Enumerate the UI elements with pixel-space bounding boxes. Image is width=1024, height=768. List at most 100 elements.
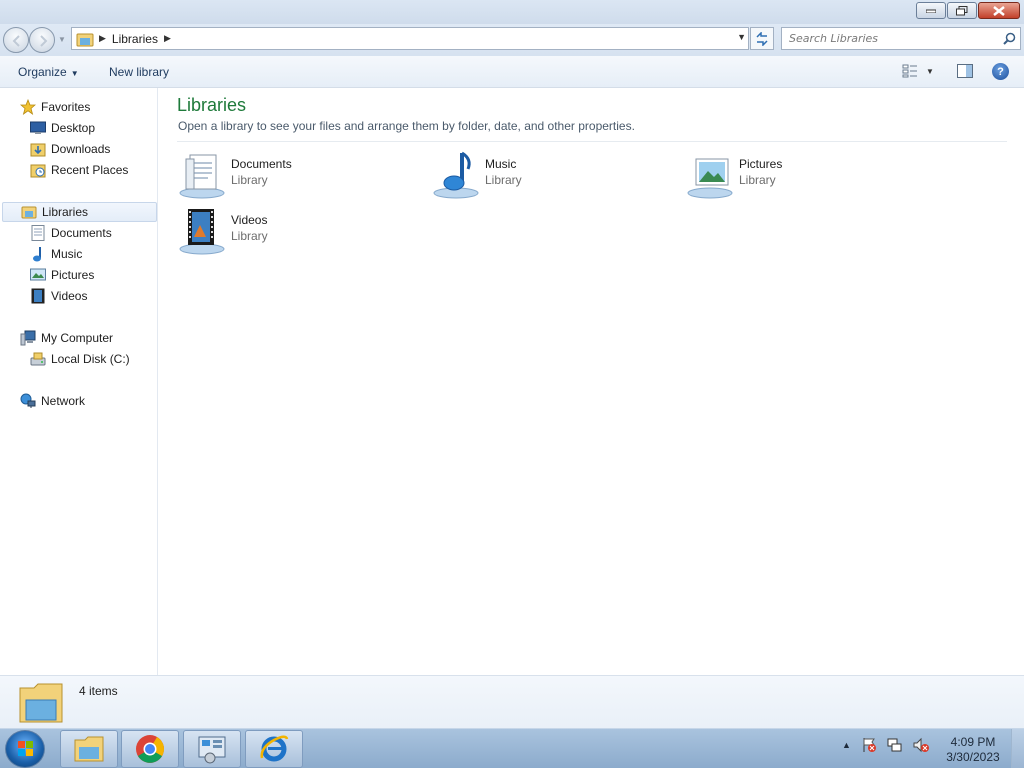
taskbar-internet-explorer[interactable]: [245, 730, 303, 768]
taskbar-explorer[interactable]: [60, 730, 118, 768]
windows-logo-icon: [18, 741, 33, 756]
library-name: Music: [485, 157, 517, 171]
library-type: Library: [485, 173, 522, 187]
taskbar-chrome[interactable]: [121, 730, 179, 768]
details-pane: 4 items: [0, 675, 1024, 728]
preview-pane-button[interactable]: [957, 64, 973, 81]
nav-music[interactable]: Music: [30, 244, 82, 264]
recent-pages-dropdown[interactable]: ▼: [58, 35, 66, 44]
library-tile-pictures[interactable]: Pictures Library: [685, 150, 925, 202]
taskbar-control-panel[interactable]: [183, 730, 241, 768]
library-tile-music[interactable]: Music Library: [431, 150, 671, 202]
nav-libraries[interactable]: Libraries: [2, 202, 157, 222]
minimize-icon: [926, 9, 936, 13]
library-tile-videos[interactable]: Videos Library: [177, 206, 417, 258]
nav-pictures[interactable]: Pictures: [30, 265, 94, 285]
nav-documents[interactable]: Documents: [30, 223, 112, 243]
close-button[interactable]: [978, 2, 1020, 19]
clock[interactable]: 4:09 PM 3/30/2023: [940, 735, 1006, 765]
nav-favorites-label: Favorites: [41, 100, 91, 114]
nav-libraries-label: Libraries: [42, 205, 89, 219]
documents-library-icon: [177, 150, 227, 200]
nav-videos[interactable]: Videos: [30, 286, 87, 306]
local-disk-icon: [30, 351, 46, 367]
address-history-dropdown[interactable]: ▼: [737, 32, 746, 42]
chevron-down-icon[interactable]: ▼: [926, 67, 934, 76]
chevron-down-icon: ▼: [70, 69, 79, 78]
nav-recent-places[interactable]: Recent Places: [30, 160, 128, 180]
start-button[interactable]: [5, 730, 45, 768]
show-hidden-icons-button[interactable]: ▲: [842, 740, 851, 750]
nav-desktop-label: Desktop: [51, 121, 96, 135]
nav-recent-places-label: Recent Places: [51, 163, 129, 177]
back-button[interactable]: [3, 27, 29, 53]
star-icon: [20, 99, 36, 115]
nav-music-label: Music: [51, 247, 83, 261]
nav-favorites[interactable]: Favorites: [20, 97, 90, 117]
refresh-button[interactable]: [750, 27, 774, 50]
organize-label: Organize: [18, 65, 67, 79]
restore-button[interactable]: [947, 2, 977, 19]
computer-icon: [20, 330, 36, 346]
nav-local-disk[interactable]: Local Disk (C:): [30, 349, 130, 369]
search-box[interactable]: [781, 27, 1021, 50]
show-desktop-button[interactable]: [1011, 729, 1024, 768]
library-type: Library: [231, 229, 268, 243]
organize-button[interactable]: Organize ▼: [18, 65, 79, 79]
desktop-icon: [30, 120, 46, 136]
nav-network-label: Network: [41, 394, 86, 408]
refresh-icon: [756, 31, 768, 46]
nav-desktop[interactable]: Desktop: [30, 118, 95, 138]
volume-muted-icon[interactable]: [913, 737, 929, 753]
library-tile-documents[interactable]: Documents Library: [177, 150, 417, 202]
internet-explorer-icon: [260, 735, 289, 762]
library-name: Documents: [231, 157, 292, 171]
nav-my-computer[interactable]: My Computer: [20, 328, 113, 348]
page-description: Open a library to see your files and arr…: [178, 119, 635, 133]
window-controls: [916, 2, 1020, 19]
title-bar: [0, 0, 1024, 24]
minimize-button[interactable]: [916, 2, 946, 19]
library-name: Pictures: [739, 157, 783, 171]
clock-date: 3/30/2023: [946, 750, 1000, 764]
help-button[interactable]: ?: [992, 63, 1009, 80]
libraries-folder-icon: [76, 33, 94, 46]
pictures-icon: [30, 267, 46, 283]
nav-my-computer-label: My Computer: [41, 331, 114, 345]
change-view-button[interactable]: ▼: [902, 64, 934, 78]
close-icon: [993, 5, 1005, 16]
back-arrow-icon: [12, 35, 20, 47]
library-type: Library: [739, 173, 776, 187]
breadcrumb-arrow-icon[interactable]: ▶: [99, 33, 106, 44]
item-count: 4 items: [79, 684, 118, 698]
new-library-button[interactable]: New library: [109, 65, 169, 79]
chrome-icon: [136, 735, 164, 763]
search-icon[interactable]: [1003, 32, 1016, 45]
address-bar[interactable]: ▶ Libraries ▶ ▼: [71, 27, 749, 50]
content-pane: Libraries Open a library to see your fil…: [159, 88, 1024, 675]
page-title: Libraries: [177, 95, 247, 115]
network-status-icon[interactable]: [887, 737, 903, 753]
new-library-label: New library: [109, 65, 170, 79]
system-tray: ▲: [842, 737, 929, 753]
nav-downloads[interactable]: Downloads: [30, 139, 110, 159]
address-row: ▼ ▶ Libraries ▶ ▼: [0, 24, 1024, 56]
breadcrumb-libraries[interactable]: Libraries: [112, 32, 158, 46]
action-center-flag-icon[interactable]: [861, 737, 877, 753]
network-icon: [20, 393, 36, 409]
nav-network[interactable]: Network: [20, 391, 85, 411]
nav-documents-label: Documents: [51, 226, 112, 240]
preview-pane-icon: [957, 64, 973, 78]
search-input[interactable]: [782, 28, 982, 49]
documents-icon: [30, 225, 46, 241]
forward-button[interactable]: [29, 27, 55, 53]
nav-local-disk-label: Local Disk (C:): [51, 352, 130, 366]
library-type: Library: [231, 173, 268, 187]
music-library-icon: [431, 150, 481, 200]
nav-downloads-label: Downloads: [51, 142, 111, 156]
downloads-folder-icon: [30, 141, 46, 157]
music-note-icon: [30, 246, 46, 262]
taskbar: ▲ 4:09 PM 3/30/2023: [0, 728, 1024, 768]
control-panel-icon: [198, 736, 226, 764]
breadcrumb-arrow-icon[interactable]: ▶: [164, 33, 171, 44]
